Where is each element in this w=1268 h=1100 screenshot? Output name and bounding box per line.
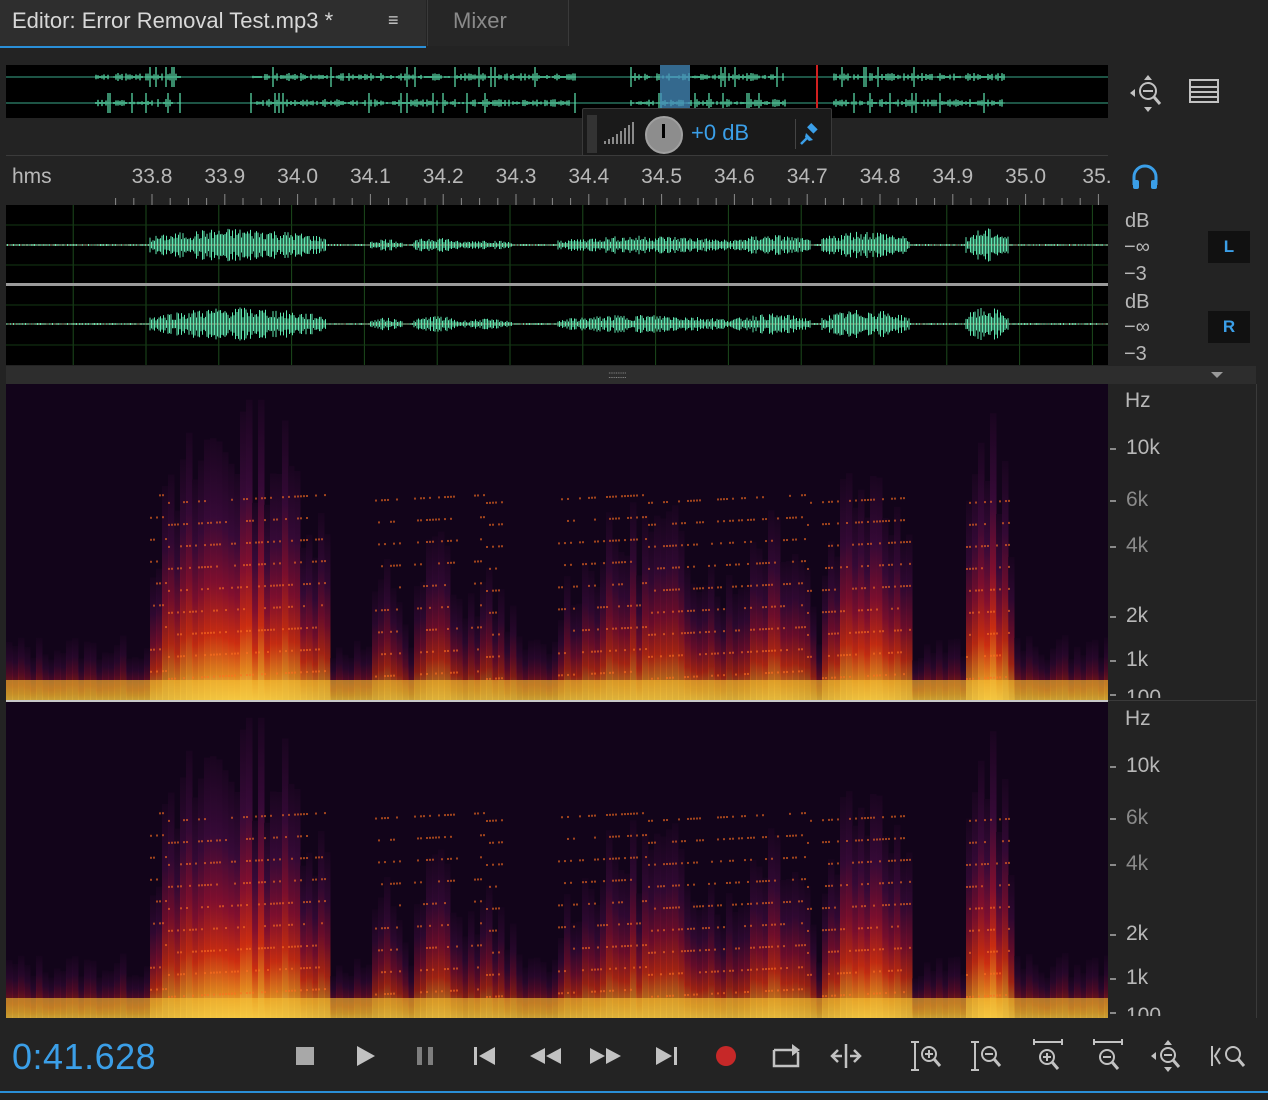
hz-tick-label: 100 xyxy=(1126,1006,1161,1016)
overview-waveform xyxy=(6,67,1108,113)
zoom-out-full-icon[interactable] xyxy=(1148,1038,1188,1074)
spectrogram-canvas-top xyxy=(6,384,1108,700)
db-label-top: dB xyxy=(1125,210,1150,232)
knob-indicator xyxy=(662,124,665,138)
hz-tick xyxy=(1110,500,1116,502)
hz-tick-label: 1k xyxy=(1126,648,1149,671)
pin-hud-button[interactable] xyxy=(795,119,822,149)
pause-icon[interactable] xyxy=(405,1038,445,1074)
overview-navigator[interactable] xyxy=(6,65,1108,118)
channel-left-button[interactable]: L xyxy=(1208,231,1250,263)
zoom-out-amplitude-icon[interactable] xyxy=(968,1038,1008,1074)
transport-bar xyxy=(0,1020,1268,1100)
hz-tick xyxy=(1110,864,1116,866)
spectral-display-bottom[interactable] xyxy=(6,702,1108,1018)
db-inf-bottom: −∞ xyxy=(1124,316,1150,338)
tab-editor-label: Editor: Error Removal Test.mp3 * xyxy=(12,8,334,33)
zoom-out-full-icon[interactable] xyxy=(1128,74,1168,114)
waveform-display[interactable] xyxy=(6,205,1108,365)
hz-tick xyxy=(1110,978,1116,980)
skip-to-start-icon[interactable] xyxy=(465,1038,505,1074)
hz-tick-label: 6k xyxy=(1126,806,1149,829)
pin-icon xyxy=(800,123,818,145)
db-neg3-bottom: −3 xyxy=(1124,343,1147,365)
hz-tick xyxy=(1110,818,1116,820)
zoom-selection-icon[interactable] xyxy=(1208,1038,1248,1074)
hz-tick xyxy=(1110,616,1116,618)
hz-tick-label: 100 xyxy=(1126,688,1161,698)
skip-to-end-icon[interactable] xyxy=(646,1038,686,1074)
hz-tick-label: 10k xyxy=(1126,754,1160,777)
tab-mixer-label: Mixer xyxy=(453,8,507,33)
zoom-out-time-icon[interactable] xyxy=(1088,1038,1128,1074)
hz-tick xyxy=(1110,1012,1116,1014)
loop-icon[interactable] xyxy=(766,1038,806,1074)
hz-tick-label: 2k xyxy=(1126,922,1149,945)
db-neg3-top: −3 xyxy=(1124,263,1147,285)
hz-tick xyxy=(1110,694,1116,696)
play-icon[interactable] xyxy=(345,1038,385,1074)
tab-editor[interactable]: Editor: Error Removal Test.mp3 * ≡ xyxy=(0,0,426,48)
volume-knob[interactable] xyxy=(645,116,683,154)
tab-bar: Editor: Error Removal Test.mp3 * ≡ Mixer xyxy=(0,0,1268,48)
hz-tick-label: 2k xyxy=(1126,604,1149,627)
focus-indicator xyxy=(0,1091,1268,1093)
hz-unit-label: Hz xyxy=(1125,389,1151,412)
hz-unit-label: Hz xyxy=(1125,707,1151,730)
hz-tick-label: 4k xyxy=(1126,534,1149,557)
headphones-icon[interactable] xyxy=(1130,163,1160,193)
hz-tick xyxy=(1110,448,1116,450)
overview-visible-range[interactable] xyxy=(660,65,690,108)
overview-playhead xyxy=(816,65,818,109)
stop-icon[interactable] xyxy=(285,1038,325,1074)
ruler-minor-ticks xyxy=(115,194,1099,206)
zoom-in-time-icon[interactable] xyxy=(1028,1038,1068,1074)
amplitude-hud: +0 dB xyxy=(582,108,832,160)
waveform-canvas xyxy=(6,205,1108,365)
current-time-display: 0:41.628 xyxy=(12,1036,157,1077)
fast-forward-icon[interactable] xyxy=(585,1038,625,1074)
hud-drag-handle[interactable] xyxy=(587,115,597,153)
hz-tick-label: 6k xyxy=(1126,488,1149,511)
db-label-bottom: dB xyxy=(1125,291,1150,313)
hz-tick-label: 10k xyxy=(1126,436,1160,459)
record-icon[interactable] xyxy=(706,1038,746,1074)
chevron-down-icon[interactable] xyxy=(1210,371,1224,379)
hz-tick-label: 4k xyxy=(1126,852,1149,875)
rewind-icon[interactable] xyxy=(526,1038,566,1074)
volume-value: +0 dB xyxy=(691,120,750,145)
skip-selection-icon[interactable] xyxy=(826,1038,866,1074)
volume-meter-icon xyxy=(604,122,634,144)
tab-menu-icon[interactable]: ≡ xyxy=(388,10,399,31)
spectrogram-canvas-bottom xyxy=(6,702,1108,1018)
channel-right-button[interactable]: R xyxy=(1208,311,1250,343)
db-inf-top: −∞ xyxy=(1124,236,1150,258)
hz-tick-label: 1k xyxy=(1126,966,1149,989)
view-divider[interactable]: :::::::::: xyxy=(6,366,1256,384)
divider-grip-icon[interactable]: :::::::::: xyxy=(608,370,627,381)
spectral-display-top[interactable] xyxy=(6,384,1108,700)
hz-tick xyxy=(1110,934,1116,936)
frequency-scale-separator xyxy=(1108,700,1256,701)
zoom-in-amplitude-icon[interactable] xyxy=(908,1038,948,1074)
hz-tick xyxy=(1110,766,1116,768)
tab-mixer[interactable]: Mixer xyxy=(427,0,569,46)
list-view-icon[interactable] xyxy=(1188,78,1222,106)
hz-tick xyxy=(1110,546,1116,548)
hz-tick xyxy=(1110,660,1116,662)
time-ruler[interactable]: hms 33.8 33.9 34.0 34.1 34.2 34.3 34.4 34.5 34.6… xyxy=(6,155,1112,206)
